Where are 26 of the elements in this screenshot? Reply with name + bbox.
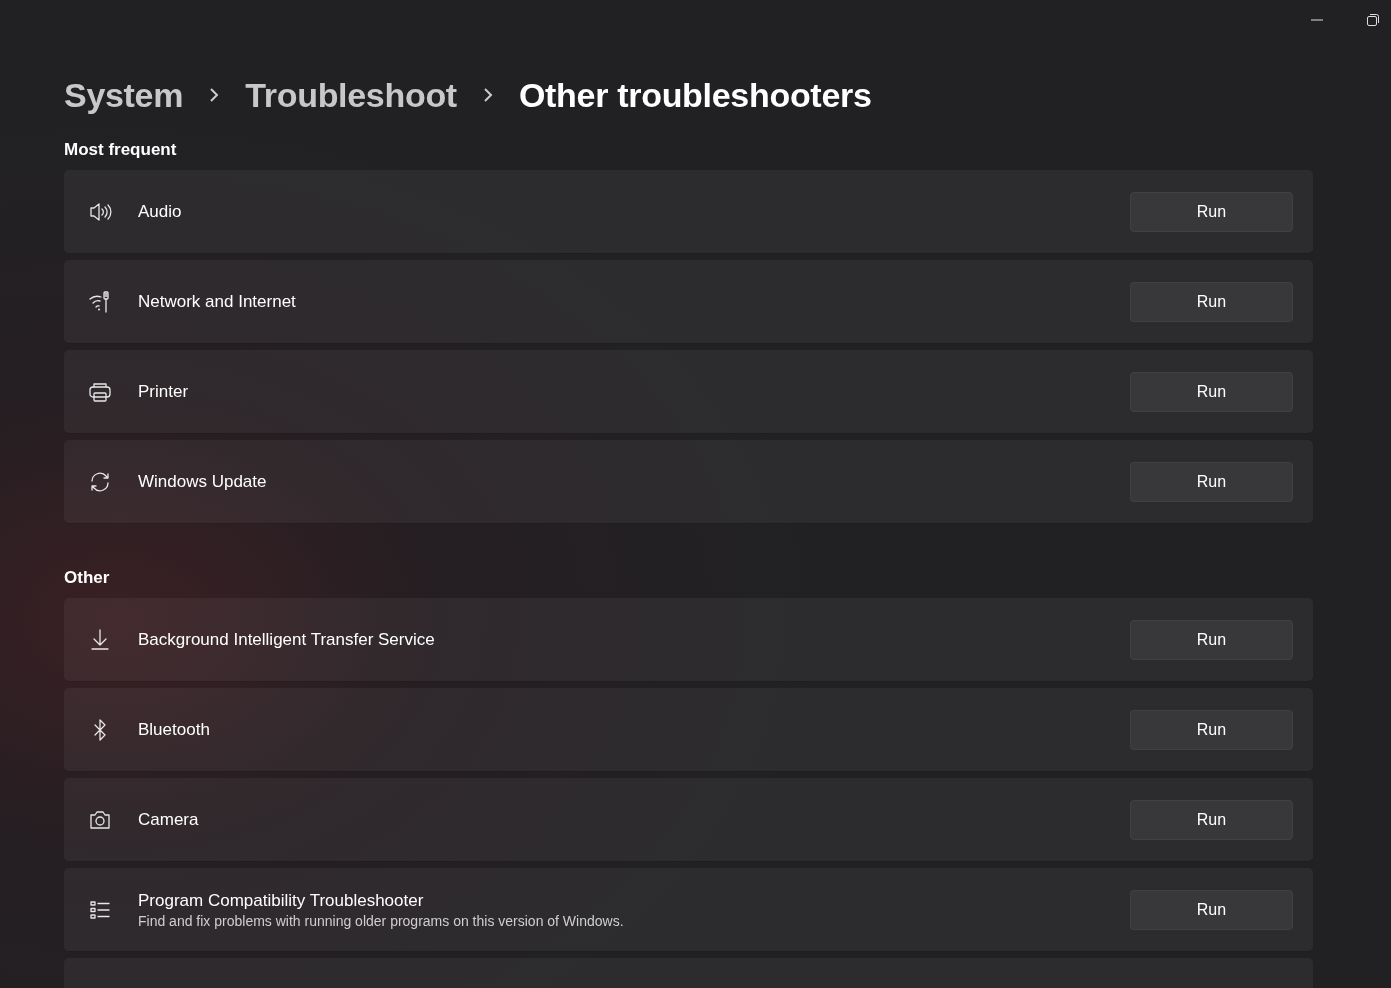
item-title: Bluetooth bbox=[138, 719, 211, 740]
wifi-plug-icon bbox=[88, 289, 112, 314]
run-button[interactable]: Run bbox=[1130, 709, 1293, 750]
page-title: Other troubleshooters bbox=[518, 75, 872, 115]
run-button[interactable]: Run bbox=[1130, 191, 1293, 232]
run-button[interactable]: Run bbox=[1130, 461, 1293, 502]
run-button[interactable]: Run bbox=[1130, 281, 1293, 322]
item-title: Printer bbox=[138, 381, 190, 402]
item-title: Network and Internet bbox=[138, 291, 297, 312]
chevron-icon bbox=[209, 87, 220, 103]
item-title: Program Compatibility Troubleshooter bbox=[138, 890, 425, 911]
run-button[interactable]: Run bbox=[1130, 889, 1293, 930]
item-description: Find and fix problems with running older programs on this version of Windows. bbox=[138, 912, 625, 929]
item-title: Background Intelligent Transfer Service bbox=[138, 629, 436, 650]
item-title: Camera bbox=[138, 809, 200, 830]
item-title: Audio bbox=[138, 201, 183, 222]
restore-icon[interactable] bbox=[1367, 14, 1379, 26]
chevron-icon bbox=[482, 87, 493, 103]
run-button[interactable]: Run bbox=[1130, 371, 1293, 412]
run-button[interactable]: Run bbox=[1130, 799, 1293, 840]
breadcrumb-link[interactable]: System bbox=[64, 75, 184, 115]
section-heading: Other bbox=[64, 568, 111, 588]
item-title: Windows Update bbox=[138, 471, 268, 492]
breadcrumb-link[interactable]: Troubleshoot bbox=[245, 75, 457, 115]
section-heading: Most frequent bbox=[64, 140, 178, 160]
run-button[interactable]: Run bbox=[1130, 619, 1293, 660]
